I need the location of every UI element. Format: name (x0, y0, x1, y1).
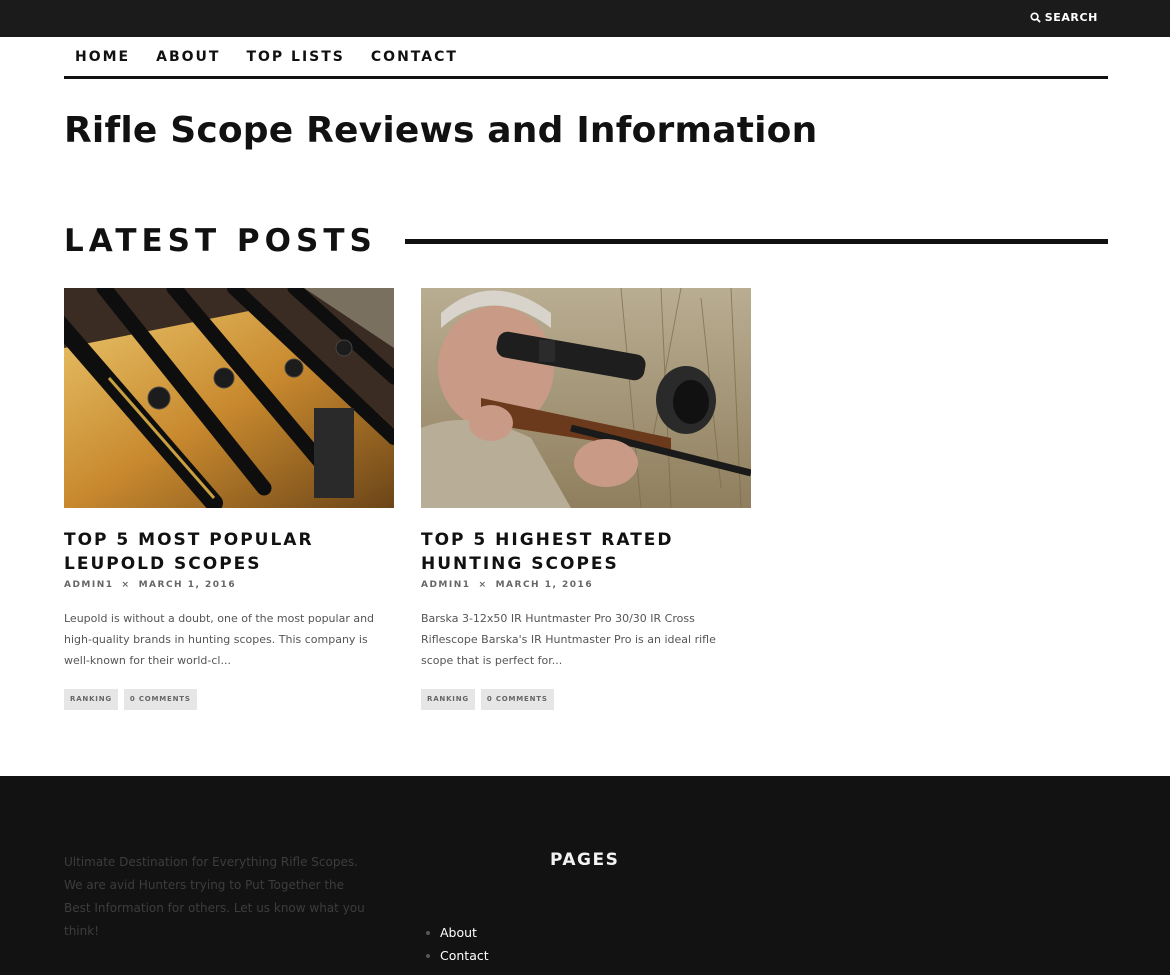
footer-pages-heading: PAGES (550, 850, 620, 870)
post-card: TOP 5 HIGHEST RATED HUNTING SCOPES ADMIN… (421, 288, 751, 710)
search-button[interactable]: SEARCH (1030, 11, 1098, 24)
post-excerpt: Leupold is without a doubt, one of the m… (64, 612, 375, 667)
bullet-icon (426, 930, 430, 935)
post-card: TOP 5 MOST POPULAR LEUPOLD SCOPES ADMIN1… (64, 288, 394, 710)
comments-tag[interactable]: 0 COMMENTS (480, 689, 554, 710)
meta-separator: × (121, 580, 131, 590)
section-divider (404, 238, 1108, 244)
post-title[interactable]: TOP 5 HIGHEST RATED HUNTING SCOPES (421, 528, 751, 576)
top-bar: SEARCH (0, 0, 1170, 37)
post-title-line-1: TOP 5 HIGHEST RATED (421, 530, 674, 550)
site-title: Rifle Scope Reviews and Information (64, 110, 818, 151)
post-tags: RANKING 0 COMMENTS (64, 689, 394, 710)
footer-pages-list: About Contact (426, 921, 489, 967)
comments-tag[interactable]: 0 COMMENTS (123, 689, 197, 710)
rifle-rack-image (64, 288, 394, 508)
footer-about-text: Ultimate Destination for Everything Rifl… (64, 855, 365, 938)
search-label: SEARCH (1044, 11, 1098, 24)
post-title-line-2: LEUPOLD SCOPES (64, 554, 262, 574)
footer-link-label: Contact (440, 948, 489, 963)
category-tag-ranking[interactable]: RANKING (64, 689, 118, 710)
nav-item-home[interactable]: HOME (75, 49, 130, 65)
meta-separator: × (478, 580, 488, 590)
post-thumbnail-hunter[interactable] (421, 288, 751, 508)
search-icon (1030, 12, 1041, 23)
main-nav: HOME ABOUT TOP LISTS CONTACT (64, 37, 1108, 79)
bullet-icon (426, 953, 430, 958)
post-meta: ADMIN1 × MARCH 1, 2016 (421, 580, 751, 590)
footer-link-contact[interactable]: Contact (426, 944, 489, 967)
post-author[interactable]: ADMIN1 (421, 580, 471, 590)
section-title: LATEST POSTS (64, 223, 377, 259)
post-title[interactable]: TOP 5 MOST POPULAR LEUPOLD SCOPES (64, 528, 394, 576)
nav-item-about[interactable]: ABOUT (156, 49, 220, 65)
nav-item-top-lists[interactable]: TOP LISTS (246, 49, 344, 65)
post-title-line-1: TOP 5 MOST POPULAR (64, 530, 314, 550)
post-date: MARCH 1, 2016 (495, 580, 594, 590)
nav-item-contact[interactable]: CONTACT (371, 49, 458, 65)
site-footer: Ultimate Destination for Everything Rifl… (0, 776, 1170, 975)
post-tags: RANKING 0 COMMENTS (421, 689, 751, 710)
hunter-aiming-image (421, 288, 751, 508)
post-excerpt: Barska 3-12x50 IR Huntmaster Pro 30/30 I… (421, 612, 716, 667)
post-meta: ADMIN1 × MARCH 1, 2016 (64, 580, 394, 590)
footer-link-label: About (440, 925, 477, 940)
category-tag-ranking[interactable]: RANKING (421, 689, 475, 710)
post-author[interactable]: ADMIN1 (64, 580, 114, 590)
post-thumbnail-rifle-rack[interactable] (64, 288, 394, 508)
post-title-line-2: HUNTING SCOPES (421, 554, 619, 574)
post-date: MARCH 1, 2016 (138, 580, 237, 590)
latest-posts-header: LATEST POSTS (64, 221, 1108, 261)
footer-link-about[interactable]: About (426, 921, 489, 944)
